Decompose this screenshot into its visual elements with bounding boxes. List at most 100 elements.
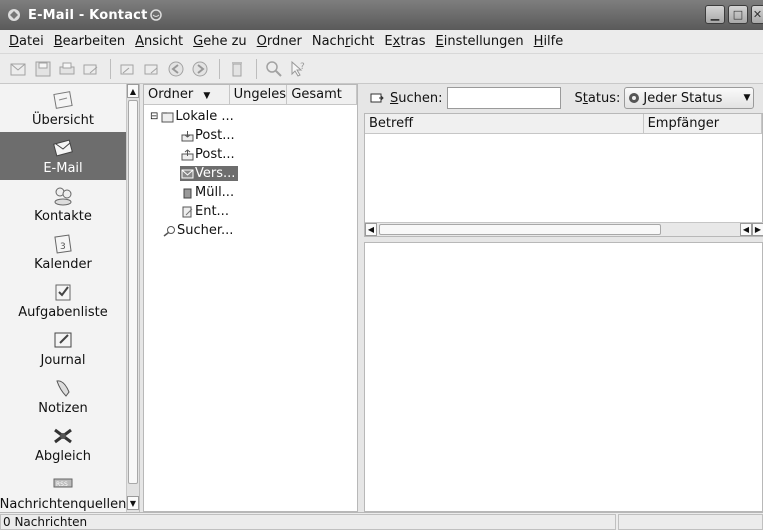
sync-icon <box>51 425 75 447</box>
arrow-right-icon: ▶ <box>754 225 762 234</box>
status-bar: 0 Nachrichten <box>0 512 763 530</box>
toolbar-separator <box>256 58 257 79</box>
sidebar-item-kontakte[interactable]: Kontakte <box>0 180 126 228</box>
maximize-button[interactable]: □ <box>728 5 748 24</box>
scroll-down-button[interactable]: ▼ <box>127 496 139 510</box>
inbox-icon <box>180 129 194 143</box>
scroll-left-button[interactable]: ◀ <box>365 223 377 236</box>
folder-item[interactable]: ⊟ Lokale ... <box>144 107 357 126</box>
back-icon[interactable] <box>165 58 187 80</box>
menu-ordner[interactable]: Ordner <box>252 34 307 49</box>
hscroll-thumb[interactable] <box>379 224 661 235</box>
folder-item[interactable]: Vers... <box>144 164 357 183</box>
reply-all-icon[interactable] <box>117 58 139 80</box>
kontact-app-icon[interactable] <box>6 7 22 23</box>
sidebar-item-label: Nachrichtenquellen <box>0 496 127 512</box>
scroll-left-button-2[interactable]: ◀ <box>740 223 752 236</box>
column-betreff-label: Betreff <box>369 116 414 131</box>
message-list-hscrollbar[interactable]: ◀ ◀ ▶ <box>365 222 763 236</box>
side-pane-scrollbar[interactable]: ▲ ▼ <box>126 84 139 512</box>
forward-nav-icon[interactable] <box>189 58 211 80</box>
sticky-icon[interactable] <box>149 8 163 22</box>
folder-item[interactable]: Müll... <box>144 183 357 202</box>
folder-label: Post... <box>195 147 235 162</box>
save-icon[interactable] <box>32 58 54 80</box>
trash-icon <box>180 186 194 200</box>
sidebar-item-label: Kalender <box>34 256 92 272</box>
calendar-icon: 3 <box>51 233 75 255</box>
sidebar-item-abgleich[interactable]: Abgleich <box>0 420 126 468</box>
drafts-icon <box>180 205 194 219</box>
folder-label: Vers... <box>195 166 236 181</box>
print-icon[interactable] <box>56 58 78 80</box>
folder-item[interactable]: Post... <box>144 126 357 145</box>
sidebar-item-übersicht[interactable]: Übersicht <box>0 84 126 132</box>
trash-toolbar-icon[interactable] <box>226 58 248 80</box>
toolbar: ? <box>0 54 763 84</box>
sidebar-item-label: Kontakte <box>34 208 92 224</box>
whats-this-icon[interactable]: ? <box>287 58 309 80</box>
menu-bearbeiten[interactable]: Bearbeiten <box>49 34 130 49</box>
sidebar-item-label: Journal <box>40 352 86 368</box>
sent-icon <box>180 167 194 181</box>
menu-nachricht[interactable]: Nachricht <box>307 34 380 49</box>
menu-datei[interactable]: Datei <box>4 34 49 49</box>
folder-item[interactable]: Ent... <box>144 202 357 221</box>
menu-einstellungen[interactable]: Einstellungen <box>431 34 529 49</box>
sidebar-item-notizen[interactable]: Notizen <box>0 372 126 420</box>
menu-gehe-zu[interactable]: Gehe zu <box>188 34 252 49</box>
folder-header: Ordner ▼ Ungelesen Gesamt <box>144 85 357 105</box>
folder-pane: Ordner ▼ Ungelesen Gesamt ⊟ Lokale ... Pos… <box>143 84 358 512</box>
overview-icon <box>51 89 75 111</box>
status-cell-2 <box>618 514 763 530</box>
menu-hilfe[interactable]: Hilfe <box>529 34 569 49</box>
maximize-icon: □ <box>732 8 744 21</box>
column-empfaenger[interactable]: Empfänger <box>644 114 762 133</box>
arrow-left-icon: ◀ <box>367 225 375 234</box>
sidebar-item-label: Aufgabenliste <box>18 304 108 320</box>
find-icon[interactable] <box>263 58 285 80</box>
arrow-left-icon: ◀ <box>742 225 750 234</box>
title-bar[interactable]: E-Mail - Kontact ▁ □ ✕ <box>0 0 763 30</box>
column-ungelesen-label: Ungelesen <box>233 87 287 102</box>
menu-ansicht[interactable]: Ansicht <box>130 34 188 49</box>
outbox-icon <box>180 148 194 162</box>
column-ungelesen[interactable]: Ungelesen <box>230 85 288 104</box>
sidebar-item-nachrichtenquellen[interactable]: RSS Nachrichtenquellen <box>0 468 126 516</box>
sort-down-icon: ▼ <box>203 91 211 101</box>
side-pane-items: Übersicht E-Mail Kontakte 3 Kalender Aufgaben… <box>0 84 126 516</box>
column-gesamt[interactable]: Gesamt <box>287 85 357 104</box>
folder-item[interactable]: Post... <box>144 145 357 164</box>
column-ordner-label: Ordner <box>148 87 194 102</box>
scroll-up-button[interactable]: ▲ <box>127 84 139 98</box>
message-list[interactable]: Betreff Empfänger ◀ ◀ ▶ <box>364 113 763 237</box>
status-message: 0 Nachrichten <box>0 514 616 530</box>
sidebar-item-aufgabenliste[interactable]: Aufgabenliste <box>0 276 126 324</box>
folder-label: Ent... <box>195 204 229 219</box>
scroll-right-button[interactable]: ▶ <box>752 223 763 236</box>
forward-icon[interactable] <box>141 58 163 80</box>
column-betreff[interactable]: Betreff <box>365 114 644 133</box>
search-input[interactable] <box>446 87 561 109</box>
journal-icon <box>51 329 75 351</box>
mail-icon <box>51 137 75 159</box>
new-message-icon[interactable] <box>8 58 30 80</box>
sidebar-item-kalender[interactable]: 3 Kalender <box>0 228 126 276</box>
minimize-button[interactable]: ▁ <box>705 5 725 24</box>
toolbar-separator <box>219 58 220 79</box>
sidebar-item-label: Notizen <box>38 400 88 416</box>
collapse-icon[interactable]: ⊟ <box>150 111 158 122</box>
sidebar-item-journal[interactable]: Journal <box>0 324 126 372</box>
scroll-thumb[interactable] <box>128 100 138 484</box>
column-ordner[interactable]: Ordner ▼ <box>144 85 230 104</box>
minimize-icon: ▁ <box>710 8 720 21</box>
sidebar-item-e-mail[interactable]: E-Mail <box>0 132 126 180</box>
close-button[interactable]: ✕ <box>751 5 763 24</box>
search-mail-icon[interactable] <box>370 92 384 104</box>
folder-item[interactable]: Sucher... <box>144 221 357 240</box>
message-preview[interactable] <box>364 242 763 512</box>
menu-extras[interactable]: Extras <box>379 34 430 49</box>
status-select[interactable]: Jeder Status ▼ <box>624 87 755 109</box>
folder-tree: ⊟ Lokale ... Post... Post... Vers... Müll... E… <box>144 105 357 240</box>
reply-icon[interactable] <box>80 58 102 80</box>
